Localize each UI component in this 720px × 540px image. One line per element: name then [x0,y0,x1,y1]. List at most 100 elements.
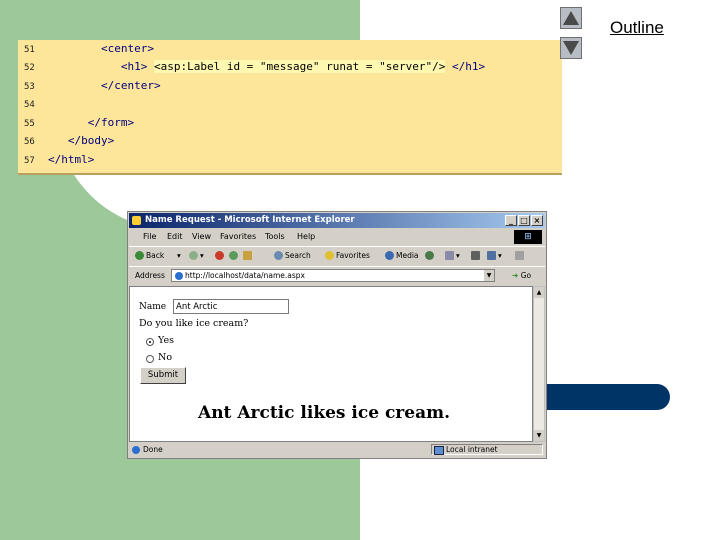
vertical-scrollbar[interactable]: ▲ ▼ [533,286,545,442]
refresh-icon [229,251,238,260]
stop-button[interactable] [215,251,224,260]
line-number: 51 [24,45,35,55]
yes-radio[interactable] [146,338,154,346]
search-icon [274,251,283,260]
media-label: Media [396,251,419,260]
yes-label: Yes [158,335,174,346]
address-url: http://localhost/data/name.aspx [185,271,305,280]
no-label: No [158,352,173,363]
search-button[interactable]: Search [274,251,311,260]
window-controls: _ □ × [505,215,543,226]
status-text: Done [143,445,163,454]
history-icon [425,251,434,260]
blue-accent-bar [540,384,670,410]
menu-file[interactable]: File [143,232,156,241]
favorites-button[interactable]: Favorites [325,251,370,260]
line-number: 57 [24,156,35,166]
ie-page-icon [132,216,141,225]
name-label: Name [139,302,167,312]
ie-page-icon [132,446,140,454]
menu-view[interactable]: View [192,232,211,241]
previous-slide-button[interactable] [560,7,582,29]
code-text: </h1> [445,60,486,73]
browser-window: Name Request - Microsoft Internet Explor… [127,211,547,459]
code-line: 55 </form> [18,114,134,132]
discuss-button[interactable] [515,251,524,260]
code-highlight: <asp:Label id = "message" runat = "serve… [153,60,446,73]
code-line: 57 </html> [18,151,94,169]
mail-button[interactable]: ▾ [445,251,460,260]
home-icon [243,251,252,260]
code-line: 56 </body> [18,132,114,150]
code-line: 53 </center> [18,77,161,95]
back-dropdown-button[interactable]: ▾ [177,251,181,260]
favorites-label: Favorites [336,251,370,260]
submit-button[interactable]: Submit [140,367,186,384]
address-label: Address [135,271,165,280]
code-line: 52 <h1> <asp:Label id = "message" runat … [18,58,485,76]
edit-icon [487,251,496,260]
scroll-up-arrow-icon[interactable]: ▲ [534,287,544,298]
menu-favorites[interactable]: Favorites [220,232,256,241]
favorites-star-icon [325,251,334,260]
no-radio[interactable] [146,355,154,363]
maximize-button[interactable]: □ [518,215,530,226]
print-icon [471,251,480,260]
outline-link[interactable]: Outline [610,18,664,38]
mail-icon [445,251,454,260]
history-button[interactable] [425,251,434,260]
code-text: </body> [48,134,115,147]
name-input[interactable] [173,299,289,314]
print-button[interactable] [471,251,480,260]
address-bar: Address http://localhost/data/name.aspx ▼… [129,266,545,285]
edit-button[interactable]: ▾ [487,251,502,260]
menu-edit[interactable]: Edit [167,232,183,241]
code-listing: 51 <center> 52 <h1> <asp:Label id = "mes… [18,40,562,175]
code-text: </html> [48,153,95,166]
result-message: Ant Arctic likes ice cream. [198,403,450,423]
next-slide-button[interactable] [560,37,582,59]
question-label: Do you like ice cream? [139,318,249,329]
code-text: <h1> [48,60,154,73]
forward-button[interactable]: ▾ [189,251,204,260]
go-label: Go [520,271,532,280]
discuss-icon [515,251,524,260]
line-number: 53 [24,82,35,92]
code-line: 51 <center> [18,40,154,58]
window-title: Name Request - Microsoft Internet Explor… [145,215,355,225]
windows-logo-icon: ⊞ [514,230,542,244]
go-button[interactable]: ➔ Go [512,271,531,280]
stop-icon [215,251,224,260]
go-arrow-icon: ➔ [512,271,519,280]
menu-bar: File Edit View Favorites Tools Help ⊞ [129,229,545,245]
toolbar: Back ▾ ▾ Search Favorites Media ▾ ▾ [129,246,545,266]
scroll-down-arrow-icon[interactable]: ▼ [534,430,544,441]
code-line: 54 [18,95,48,113]
status-bar: Done Local intranet [129,443,545,457]
address-dropdown-icon[interactable]: ▼ [484,270,494,281]
close-button[interactable]: × [531,215,543,226]
refresh-button[interactable] [229,251,238,260]
media-button[interactable]: Media [385,251,419,260]
back-label: Back [146,251,165,260]
line-number: 56 [24,137,35,147]
home-button[interactable] [243,251,252,260]
search-label: Search [285,251,311,260]
forward-arrow-icon [189,251,198,260]
code-text: <center> [48,42,154,55]
zone-label: Local intranet [446,445,498,454]
title-bar: Name Request - Microsoft Internet Explor… [129,213,545,228]
minimize-button[interactable]: _ [505,215,517,226]
intranet-icon [434,446,444,455]
line-number: 52 [24,63,35,73]
ie-icon [175,272,183,280]
line-number: 55 [24,119,35,129]
up-arrow-icon [563,11,579,25]
code-text: </form> [48,116,135,129]
address-input[interactable]: http://localhost/data/name.aspx ▼ [171,269,495,282]
back-button[interactable]: Back [135,251,164,260]
menu-help[interactable]: Help [297,232,315,241]
menu-tools[interactable]: Tools [265,232,285,241]
security-zone: Local intranet [431,444,543,455]
page-content: Name Do you like ice cream? Yes No Submi… [129,286,533,442]
